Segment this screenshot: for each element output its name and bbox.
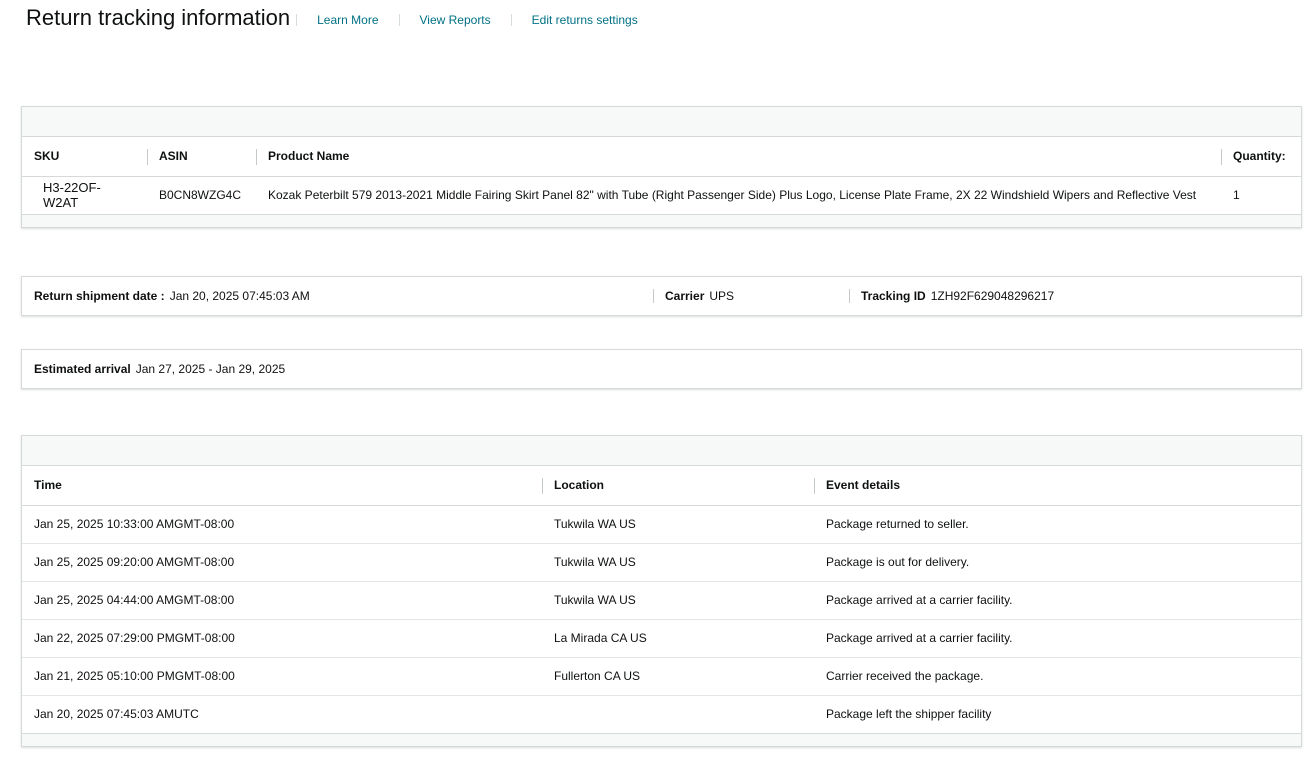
page-header: Return tracking information Learn More V… — [26, 0, 658, 36]
page-title: Return tracking information — [26, 5, 291, 30]
shipment-info-panel: Return shipment date : Jan 20, 2025 07:4… — [21, 276, 1302, 316]
edit-returns-settings-link[interactable]: Edit returns settings — [510, 14, 658, 26]
estimated-arrival: Estimated arrival Jan 27, 2025 - Jan 29,… — [22, 350, 285, 388]
carrier-label: Carrier — [665, 289, 705, 303]
shipment-date-label: Return shipment date : — [34, 289, 165, 303]
event-details: Package arrived at a carrier facility. — [814, 619, 1301, 658]
event-location: Tukwila WA US — [542, 581, 814, 620]
table-row: Jan 20, 2025 07:45:03 AMUTC Package left… — [22, 695, 1301, 733]
carrier: Carrier UPS — [653, 277, 849, 315]
event-location: Fullerton CA US — [542, 657, 814, 696]
event-time: Jan 25, 2025 10:33:00 AMGMT-08:00 — [22, 505, 542, 544]
events-table-header-row: Time Location Event details — [22, 466, 1301, 506]
table-row: Jan 25, 2025 10:33:00 AMGMT-08:00 Tukwil… — [22, 505, 1301, 544]
estimated-arrival-label: Estimated arrival — [34, 362, 131, 376]
table-row: Jan 21, 2025 05:10:00 PMGMT-08:00 Fuller… — [22, 657, 1301, 696]
event-location: Tukwila WA US — [542, 543, 814, 582]
event-location — [542, 695, 814, 733]
column-header-location: Location — [542, 466, 814, 506]
product-quantity: 1 — [1233, 188, 1240, 203]
estimated-arrival-row: Estimated arrival Jan 27, 2025 - Jan 29,… — [22, 350, 1301, 388]
event-time: Jan 21, 2025 05:10:00 PMGMT-08:00 — [22, 657, 542, 696]
estimated-arrival-value: Jan 27, 2025 - Jan 29, 2025 — [135, 362, 286, 376]
carrier-value: UPS — [709, 289, 735, 303]
tracking-events-panel: Time Location Event details Jan 25, 2025… — [21, 435, 1302, 747]
product-panel-header-band — [22, 107, 1301, 137]
column-header-time: Time — [22, 466, 542, 506]
learn-more-link[interactable]: Learn More — [296, 14, 398, 26]
tracking-id-label: Tracking ID — [861, 289, 926, 303]
shipment-date-value: Jan 20, 2025 07:45:03 AM — [169, 289, 310, 303]
column-header-event-details: Event details — [814, 466, 1301, 506]
tracking-id: Tracking ID 1ZH92F629048296217 — [849, 277, 1054, 315]
event-details: Package returned to seller. — [814, 505, 1301, 544]
estimated-arrival-panel: Estimated arrival Jan 27, 2025 - Jan 29,… — [21, 349, 1302, 389]
tracking-events-footer-band — [22, 733, 1301, 746]
event-details: Carrier received the package. — [814, 657, 1301, 696]
event-time: Jan 22, 2025 07:29:00 PMGMT-08:00 — [22, 619, 542, 658]
event-location: La Mirada CA US — [542, 619, 814, 658]
column-header-sku: SKU — [22, 137, 147, 177]
event-location: Tukwila WA US — [542, 505, 814, 544]
product-sku: H3-22OF-W2AT — [43, 180, 101, 211]
table-row: Jan 22, 2025 07:29:00 PMGMT-08:00 La Mir… — [22, 619, 1301, 658]
header-links: Learn More View Reports Edit returns set… — [296, 10, 658, 26]
tracking-id-value: 1ZH92F629048296217 — [930, 289, 1055, 303]
column-header-quantity: Quantity: — [1221, 137, 1301, 177]
product-table-header-row: SKU ASIN Product Name Quantity: — [22, 137, 1301, 177]
event-time: Jan 25, 2025 09:20:00 AMGMT-08:00 — [22, 543, 542, 582]
shipment-date: Return shipment date : Jan 20, 2025 07:4… — [22, 277, 650, 315]
column-header-product-name: Product Name — [256, 137, 1221, 177]
product-panel-footer-band — [22, 214, 1301, 227]
shipment-info-row: Return shipment date : Jan 20, 2025 07:4… — [22, 277, 1301, 315]
product-panel: SKU ASIN Product Name Quantity: H3-22OF-… — [21, 106, 1302, 228]
event-details: Package arrived at a carrier facility. — [814, 581, 1301, 620]
event-details: Package is out for delivery. — [814, 543, 1301, 582]
product-name: Kozak Peterbilt 579 2013-2021 Middle Fai… — [268, 188, 1197, 203]
table-row: Jan 25, 2025 09:20:00 AMGMT-08:00 Tukwil… — [22, 543, 1301, 582]
tracking-events-header-band — [22, 436, 1301, 466]
product-table: SKU ASIN Product Name Quantity: H3-22OF-… — [22, 137, 1301, 214]
view-reports-link[interactable]: View Reports — [398, 14, 511, 26]
product-asin: B0CN8WZG4C — [159, 188, 242, 203]
table-row: Jan 25, 2025 04:44:00 AMGMT-08:00 Tukwil… — [22, 581, 1301, 620]
event-time: Jan 25, 2025 04:44:00 AMGMT-08:00 — [22, 581, 542, 620]
tracking-events-table: Time Location Event details Jan 25, 2025… — [22, 466, 1301, 733]
event-time: Jan 20, 2025 07:45:03 AMUTC — [34, 707, 199, 722]
event-details: Package left the shipper facility — [826, 707, 992, 722]
product-row: H3-22OF-W2AT B0CN8WZG4C Kozak Peterbilt … — [22, 176, 1301, 214]
column-header-asin: ASIN — [147, 137, 256, 177]
